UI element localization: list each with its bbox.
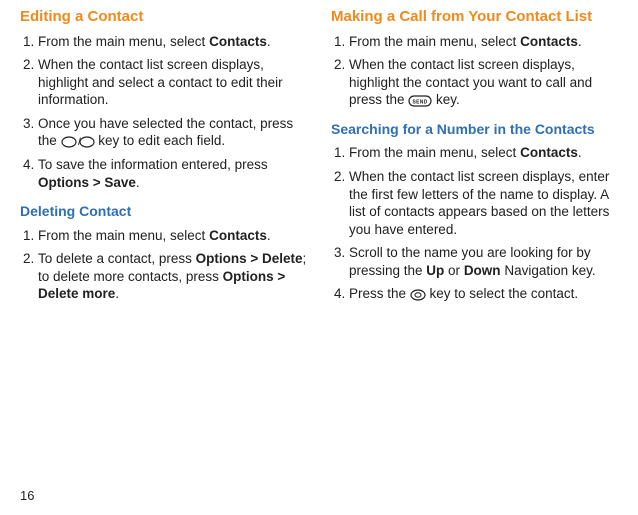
nav-key-icon: /: [61, 136, 95, 148]
bold-text: Options > Save: [38, 175, 136, 190]
step-text: From the main menu, select: [349, 34, 520, 49]
step-text: To delete a contact, press: [38, 251, 196, 266]
step: When the contact list screen displays, h…: [349, 56, 618, 109]
step-text: When the contact list screen displays, e…: [349, 169, 609, 237]
heading-making-call: Making a Call from Your Contact List: [331, 8, 618, 27]
step-text: When the contact list screen displays, h…: [38, 57, 283, 107]
bold-text: Up: [426, 263, 444, 278]
steps-editing-contact: From the main menu, select Contacts. Whe…: [20, 33, 307, 191]
step-text: .: [136, 175, 140, 190]
bold-text: Contacts: [209, 34, 267, 49]
manual-page: Editing a Contact From the main menu, se…: [0, 0, 638, 515]
step-text: .: [267, 34, 271, 49]
bold-text: Contacts: [209, 228, 267, 243]
step-text: .: [578, 34, 582, 49]
step-text: Press the: [349, 286, 410, 301]
step: Press the key to select the contact.: [349, 285, 618, 303]
send-key-icon: SEND: [408, 95, 432, 107]
heading-editing-contact: Editing a Contact: [20, 8, 307, 27]
step: To save the information entered, press O…: [38, 156, 307, 191]
steps-searching-number: From the main menu, select Contacts. Whe…: [331, 144, 618, 302]
bold-text: Contacts: [520, 34, 578, 49]
bold-text: Down: [464, 263, 501, 278]
step-text: key to edit each field.: [95, 133, 226, 148]
step-text: From the main menu, select: [349, 145, 520, 160]
step-text: or: [444, 263, 464, 278]
step-text: Navigation key.: [501, 263, 596, 278]
page-number: 16: [20, 488, 34, 503]
steps-deleting-contact: From the main menu, select Contacts. To …: [20, 227, 307, 303]
step: From the main menu, select Contacts.: [349, 144, 618, 162]
left-column: Editing a Contact From the main menu, se…: [20, 8, 307, 311]
step: To delete a contact, press Options > Del…: [38, 250, 307, 303]
step-text: From the main menu, select: [38, 228, 209, 243]
step-text: .: [578, 145, 582, 160]
step: From the main menu, select Contacts.: [349, 33, 618, 51]
step: When the contact list screen displays, h…: [38, 56, 307, 109]
step: When the contact list screen displays, e…: [349, 168, 618, 238]
steps-making-call: From the main menu, select Contacts. Whe…: [331, 33, 618, 109]
step: Scroll to the name you are looking for b…: [349, 244, 618, 279]
step-text: .: [115, 286, 119, 301]
step-text: .: [267, 228, 271, 243]
right-column: Making a Call from Your Contact List Fro…: [331, 8, 618, 311]
step-text: When the contact list screen displays, h…: [349, 57, 592, 107]
heading-searching-number: Searching for a Number in the Contacts: [331, 121, 618, 139]
step: From the main menu, select Contacts.: [38, 227, 307, 245]
bold-text: Contacts: [520, 145, 578, 160]
step-text: From the main menu, select: [38, 34, 209, 49]
bold-text: Options > Delete: [196, 251, 303, 266]
step: Once you have selected the contact, pres…: [38, 115, 307, 150]
ok-key-icon: [410, 289, 426, 301]
heading-deleting-contact: Deleting Contact: [20, 203, 307, 221]
step-text: To save the information entered, press: [38, 157, 268, 172]
step-text: key.: [432, 92, 460, 107]
step: From the main menu, select Contacts.: [38, 33, 307, 51]
step-text: key to select the contact.: [426, 286, 578, 301]
two-column-layout: Editing a Contact From the main menu, se…: [20, 8, 618, 311]
svg-text:SEND: SEND: [413, 99, 428, 105]
